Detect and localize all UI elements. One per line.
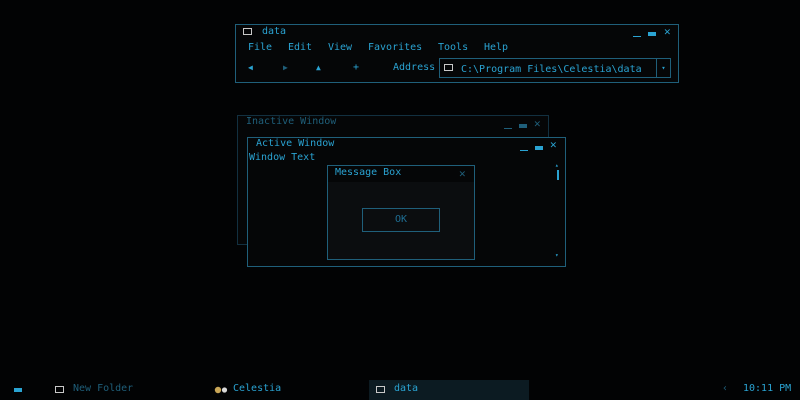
menu-help[interactable]: Help bbox=[484, 42, 508, 53]
close-button[interactable]: ✕ bbox=[550, 139, 557, 151]
close-button[interactable]: ✕ bbox=[664, 26, 671, 38]
close-button[interactable]: ✕ bbox=[459, 168, 466, 180]
address-dropdown-button[interactable]: ▾ bbox=[656, 58, 671, 78]
folder-icon bbox=[243, 28, 252, 35]
taskbar-item-label: data bbox=[394, 383, 419, 394]
menu-file[interactable]: File bbox=[248, 42, 272, 53]
maximize-button[interactable] bbox=[519, 124, 527, 128]
address-input[interactable]: C:\Program Files\Celestia\data bbox=[461, 64, 642, 75]
taskbar-item-label: New Folder bbox=[73, 383, 134, 394]
explorer-window: data ✕ File Edit View Favorites Tools He… bbox=[235, 24, 679, 83]
taskbar-item-data[interactable]: data bbox=[369, 380, 529, 400]
ok-button-label: OK bbox=[394, 214, 408, 225]
folder-icon bbox=[376, 386, 385, 393]
minimize-button[interactable] bbox=[504, 128, 512, 129]
window-title: data bbox=[262, 26, 287, 37]
new-icon[interactable]: + bbox=[353, 62, 359, 73]
taskbar-item-label: Celestia bbox=[233, 383, 282, 394]
tray-expand-icon[interactable]: ‹ bbox=[722, 383, 728, 394]
maximize-button[interactable] bbox=[535, 146, 543, 150]
menu-tools[interactable]: Tools bbox=[438, 42, 468, 53]
celestia-icon bbox=[214, 386, 228, 394]
scroll-up-icon[interactable]: ▴ bbox=[555, 162, 559, 169]
window-title: Active Window bbox=[256, 138, 335, 149]
address-label: Address bbox=[393, 62, 436, 73]
minimize-button[interactable] bbox=[633, 36, 641, 37]
window-title: Inactive Window bbox=[246, 116, 337, 127]
menu-view[interactable]: View bbox=[328, 42, 352, 53]
ok-button[interactable]: OK bbox=[362, 208, 440, 232]
start-button[interactable] bbox=[14, 388, 22, 392]
close-button[interactable]: ✕ bbox=[534, 118, 541, 130]
menu-favorites[interactable]: Favorites bbox=[368, 42, 422, 53]
scrollbar[interactable]: ▴ ▾ bbox=[554, 162, 562, 262]
menu-edit[interactable]: Edit bbox=[288, 42, 312, 53]
clock: 10:11 PM bbox=[743, 383, 792, 394]
up-icon[interactable]: ▲ bbox=[316, 63, 321, 72]
taskbar-item-new-folder[interactable]: New Folder bbox=[50, 380, 190, 400]
window-text: Window Text bbox=[249, 152, 316, 163]
taskbar-item-celestia[interactable]: Celestia bbox=[210, 380, 360, 400]
scroll-down-icon[interactable]: ▾ bbox=[555, 252, 559, 259]
forward-icon[interactable]: ▶ bbox=[283, 63, 288, 72]
folder-icon bbox=[55, 386, 64, 393]
back-icon[interactable]: ◀ bbox=[248, 63, 253, 72]
address-bar[interactable]: C:\Program Files\Celestia\data ▾ bbox=[439, 58, 671, 78]
taskbar: New Folder Celestia data ‹ 10:11 PM bbox=[0, 380, 800, 400]
maximize-button[interactable] bbox=[648, 32, 656, 36]
scroll-thumb[interactable] bbox=[557, 170, 559, 180]
minimize-button[interactable] bbox=[520, 150, 528, 151]
message-box: Message Box ✕ OK bbox=[327, 165, 475, 260]
folder-icon bbox=[444, 64, 453, 71]
window-title: Message Box bbox=[335, 167, 402, 178]
